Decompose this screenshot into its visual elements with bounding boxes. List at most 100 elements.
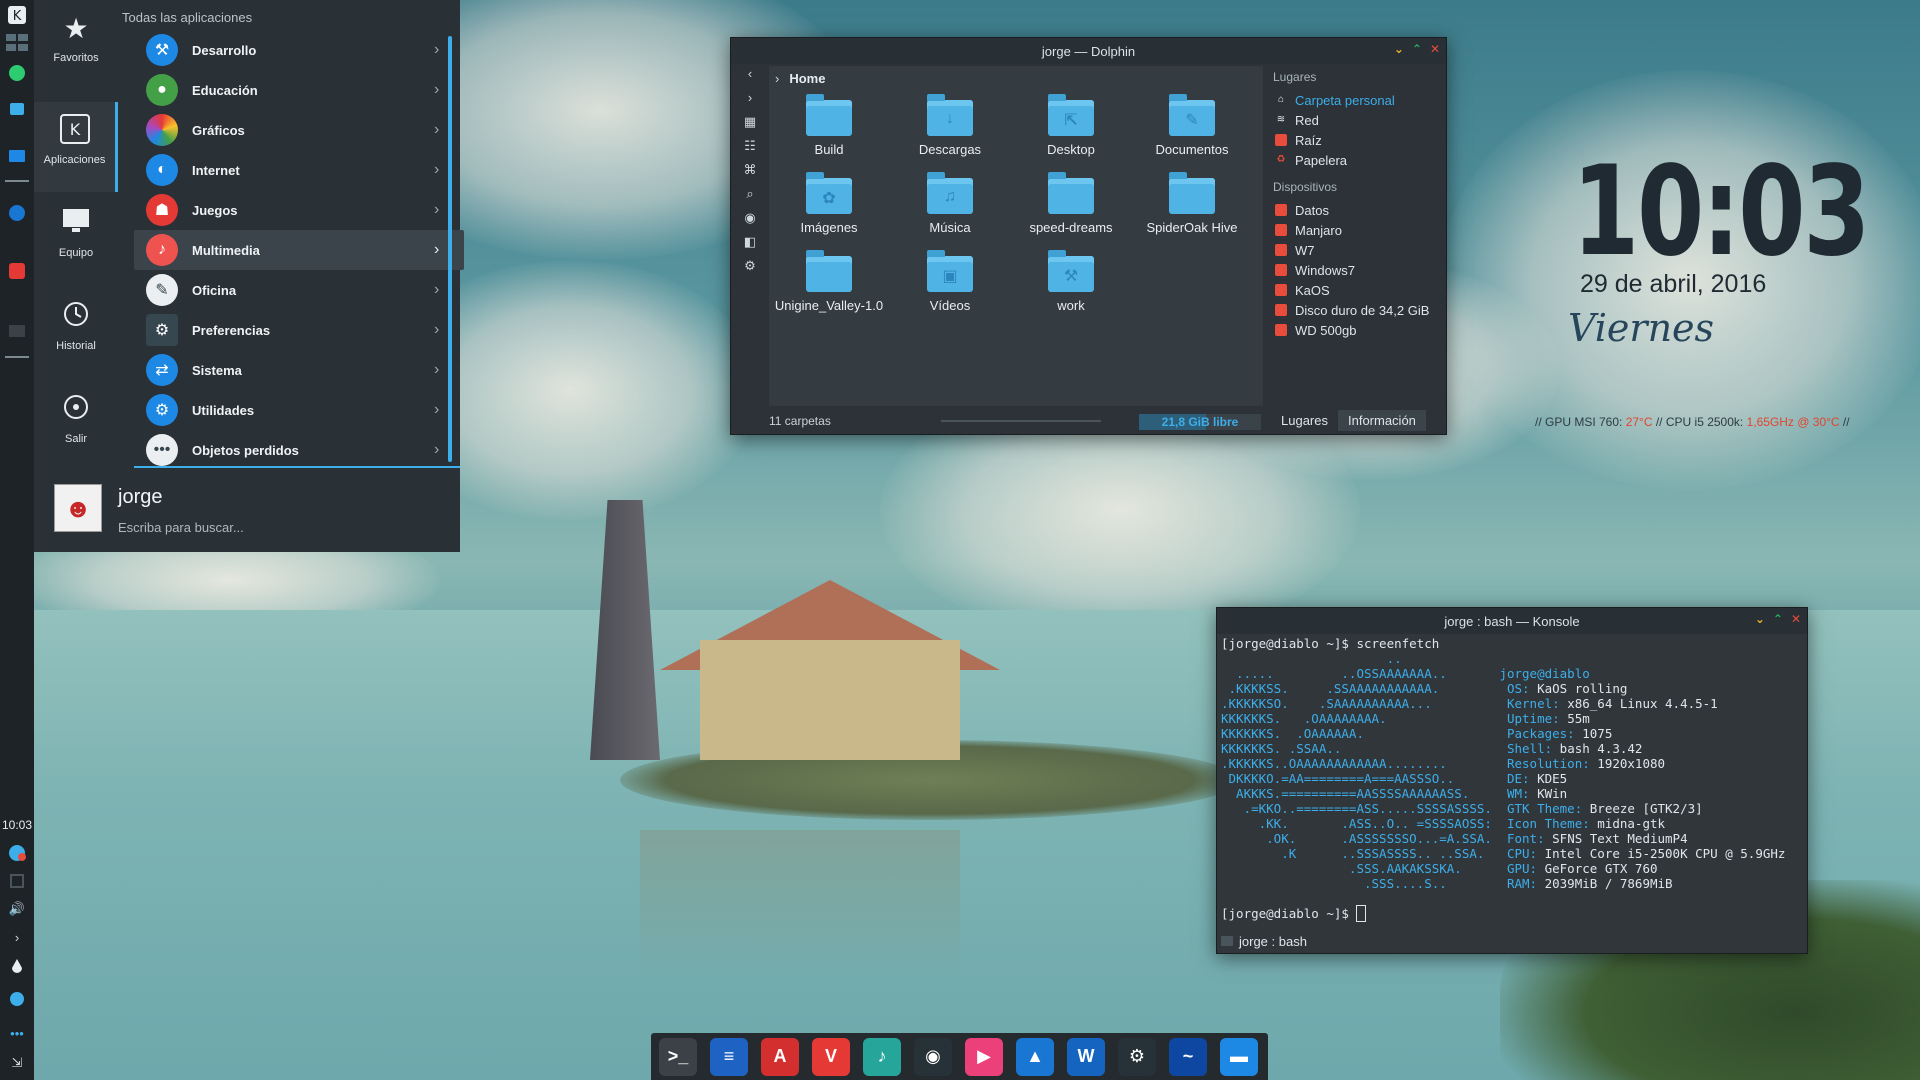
dock-glyph: ▶ <box>977 1046 991 1066</box>
vivaldi-icon[interactable]: V <box>812 1037 850 1076</box>
drop-icon[interactable] <box>5 955 29 977</box>
icons-view-icon[interactable]: ▦ <box>739 114 761 138</box>
forward-icon[interactable]: › <box>739 90 761 114</box>
pdf-icon[interactable]: A <box>761 1037 799 1076</box>
search-hint[interactable]: Escriba para buscar... <box>118 520 244 535</box>
status-dot-icon[interactable] <box>5 988 29 1010</box>
place-papelera[interactable]: ♻ Papelera <box>1271 150 1441 170</box>
dolphin-titlebar[interactable]: jorge — Dolphin ⌄ ⌃ ✕ <box>731 38 1446 64</box>
folder-item[interactable]: ⇱ Desktop <box>1011 92 1131 170</box>
folder-icon[interactable]: ▬ <box>1220 1037 1258 1076</box>
panda-icon[interactable]: ◉ <box>914 1037 952 1076</box>
app-category-utilidades[interactable]: ⚙ Utilidades › <box>134 390 464 430</box>
volume-icon[interactable]: 🔊 <box>5 898 29 920</box>
tab-aplicaciones[interactable]: K Aplicaciones <box>34 102 118 192</box>
folder-icon <box>806 94 852 136</box>
folder-item[interactable]: ♫ Música <box>890 170 1010 248</box>
app-category-juegos[interactable]: ☗ Juegos › <box>134 190 464 230</box>
chevron-right-icon[interactable]: › <box>5 926 29 948</box>
maximize-button[interactable]: ⌃ <box>1412 42 1422 56</box>
arrow-up-icon[interactable]: ▲ <box>1016 1037 1054 1076</box>
device-item[interactable]: KaOS <box>1271 280 1441 300</box>
notes-icon[interactable]: ≡ <box>710 1037 748 1076</box>
place-label: Papelera <box>1295 152 1348 168</box>
wordpress-icon[interactable]: W <box>1067 1037 1105 1076</box>
music-icon[interactable]: ♪ <box>863 1037 901 1076</box>
app-category-oficina[interactable]: ✎ Oficina › <box>134 270 464 310</box>
folder-item[interactable]: ✿ Imágenes <box>769 170 889 248</box>
folder-icon[interactable] <box>5 144 29 166</box>
app-category-objetos-perdidos[interactable]: ••• Objetos perdidos › <box>134 430 464 470</box>
folder-item[interactable]: Build <box>769 92 889 170</box>
maximize-button[interactable]: ⌃ <box>1773 612 1783 626</box>
vivaldi-icon[interactable] <box>5 260 29 282</box>
place-red[interactable]: ≋ Red <box>1271 110 1441 130</box>
minimize-button[interactable]: ⌄ <box>1394 42 1404 56</box>
pager-icon[interactable] <box>5 32 29 54</box>
terminal-output[interactable]: [jorge@diablo ~]$ screenfetch .. ..... .… <box>1221 636 1805 926</box>
compact-view-icon[interactable]: ☷ <box>739 138 761 162</box>
vpn-icon[interactable] <box>5 202 29 224</box>
wave-icon[interactable]: ~ <box>1169 1037 1207 1076</box>
play-icon[interactable]: ▶ <box>965 1037 1003 1076</box>
app-category-multimedia[interactable]: ♪ Multimedia › <box>134 230 464 270</box>
logo-art: .OK. .ASSSSSSSO...=A.SSA. <box>1221 831 1500 846</box>
tab-salir[interactable]: Salir <box>34 381 118 471</box>
panel-options-icon[interactable]: ⇲ <box>5 1052 29 1074</box>
app-category-desarrollo[interactable]: ⚒ Desarrollo › <box>134 30 464 70</box>
konsole-titlebar[interactable]: jorge : bash — Konsole ⌄ ⌃ ✕ <box>1217 608 1807 634</box>
folder-item[interactable]: ↓ Descargas <box>890 92 1010 170</box>
app-category-graficos[interactable]: Gráficos › <box>134 110 464 150</box>
breadcrumb-home[interactable]: Home <box>789 71 825 86</box>
tab-historial[interactable]: Historial <box>34 288 118 378</box>
avatar[interactable]: ☻ <box>54 484 102 532</box>
back-icon[interactable]: ‹ <box>739 66 761 90</box>
device-item[interactable]: Datos <box>1271 200 1441 220</box>
telegram-tray-icon[interactable] <box>5 842 29 864</box>
folder-item[interactable]: speed-dreams <box>1011 170 1131 248</box>
gear-icon[interactable]: ⚙ <box>1118 1037 1156 1076</box>
device-item[interactable]: W7 <box>1271 240 1441 260</box>
more-icon[interactable]: ••• <box>5 1022 29 1044</box>
search-icon[interactable]: ⌕ <box>739 186 761 210</box>
app-category-preferencias[interactable]: ⚙ Preferencias › <box>134 310 464 350</box>
terminal-icon[interactable]: >_ <box>659 1037 697 1076</box>
app-icon-blue[interactable] <box>5 98 29 120</box>
minimize-button[interactable]: ⌄ <box>1755 612 1765 626</box>
file-view: › Home Build ↓ Descargas ⇱ Desktop ✎ Doc… <box>769 66 1263 406</box>
tab-informacion[interactable]: Información <box>1337 409 1426 431</box>
panel-clock[interactable]: 10:03 <box>0 818 34 832</box>
folder-item[interactable]: ✎ Documentos <box>1132 92 1252 170</box>
terminal-small-icon[interactable] <box>5 320 29 342</box>
place-raiz[interactable]: Raíz <box>1271 130 1441 150</box>
android-icon[interactable] <box>5 62 29 84</box>
app-category-sistema[interactable]: ⇄ Sistema › <box>134 350 464 390</box>
device-item[interactable]: Windows7 <box>1271 260 1441 280</box>
preview-icon[interactable]: ◉ <box>739 210 761 234</box>
folder-item[interactable]: Unigine_Valley-1.0 <box>769 248 889 338</box>
kde-launcher-icon[interactable]: K <box>5 4 29 26</box>
device-item[interactable]: WD 500gb <box>1271 320 1441 340</box>
app-category-internet[interactable]: ◐ Internet › <box>134 150 464 190</box>
folder-item[interactable]: ▣ Vídeos <box>890 248 1010 326</box>
close-button[interactable]: ✕ <box>1791 612 1801 626</box>
zoom-slider[interactable] <box>941 420 1101 422</box>
folder-item[interactable]: ⚒ work <box>1011 248 1131 326</box>
menu-scrollbar[interactable] <box>448 36 452 462</box>
split-view-icon[interactable]: ⌘ <box>739 162 761 186</box>
places-header: Lugares <box>1273 70 1317 84</box>
app-category-educacion[interactable]: ● Educación › <box>134 70 464 110</box>
konsole-tab[interactable]: jorge : bash <box>1221 930 1307 952</box>
network-tray-icon[interactable] <box>5 870 29 892</box>
tab-favoritos[interactable]: ★ Favoritos <box>34 0 118 90</box>
tab-equipo[interactable]: Equipo <box>34 195 118 285</box>
close-button[interactable]: ✕ <box>1430 42 1440 56</box>
settings-icon[interactable]: ⚙ <box>739 258 761 282</box>
tab-lugares[interactable]: Lugares <box>1271 410 1338 431</box>
place-carpeta-personal[interactable]: ⌂ Carpeta personal <box>1271 90 1441 110</box>
device-item[interactable]: Manjaro <box>1271 220 1441 240</box>
panels-icon[interactable]: ◧ <box>739 234 761 258</box>
device-item[interactable]: Disco duro de 34,2 GiB <box>1271 300 1441 320</box>
folder-item[interactable]: SpiderOak Hive <box>1132 170 1252 248</box>
breadcrumb[interactable]: › Home <box>769 66 825 90</box>
